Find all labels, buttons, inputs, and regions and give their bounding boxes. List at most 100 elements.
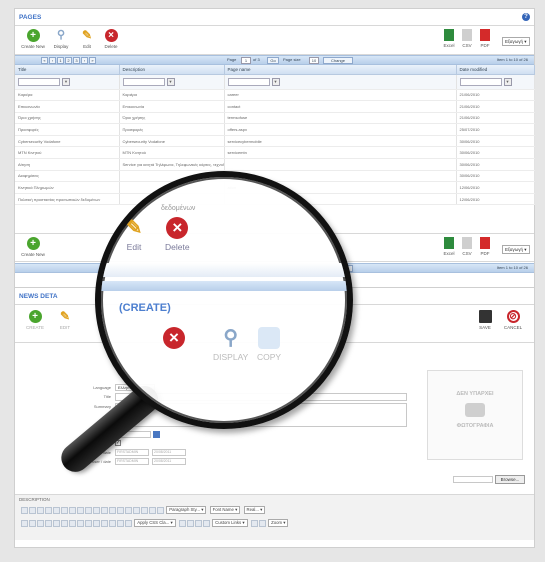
page-3-button[interactable]: 3 [73, 57, 80, 64]
editor-strike-icon[interactable] [45, 519, 52, 527]
pdf-export-button[interactable]: PDF [478, 29, 492, 49]
table-row[interactable]: Αίτηση Service για κινητά Τηλέφωνα, Τηλεφ… [15, 158, 535, 171]
editor-outdent-icon[interactable] [93, 519, 100, 527]
cancel-button[interactable]: ⊘ CANCEL [499, 310, 527, 331]
editor-underline-icon[interactable] [37, 519, 44, 527]
editor-indent-icon[interactable] [85, 519, 92, 527]
filter-input[interactable] [122, 77, 165, 86]
display-button[interactable]: ⚲ Display [47, 29, 75, 50]
csv-export-button-bottom[interactable]: CSV [460, 237, 474, 257]
table-row[interactable]: Cybersecurity Vodafone Cybersecurity Voda… [15, 135, 535, 148]
apply-css-dropdown[interactable]: Apply CSS Cla... ▾ [134, 519, 176, 527]
editor-paste-icon[interactable] [37, 506, 44, 514]
editor-hr-icon[interactable] [141, 506, 148, 514]
file-path-input[interactable] [453, 476, 493, 483]
editor-anchor-icon[interactable] [125, 506, 132, 514]
editor-format-painter-icon[interactable] [258, 519, 266, 527]
editor-align-right-icon[interactable] [69, 519, 76, 527]
create-new-button-bottom[interactable]: + Create New [19, 237, 47, 258]
editor-align-left-icon[interactable] [53, 519, 60, 527]
filter-input[interactable] [459, 77, 502, 86]
help-icon[interactable]: ? [522, 13, 530, 21]
editor-table-icon[interactable] [133, 506, 140, 514]
filter-input[interactable] [18, 77, 60, 86]
editor-flash-icon[interactable] [93, 506, 100, 514]
editor-italic-icon[interactable] [29, 519, 36, 527]
last-page-button[interactable]: » [89, 57, 96, 64]
create-button[interactable]: + CREATE [21, 310, 49, 331]
browse-button[interactable]: Browse... [495, 475, 525, 484]
table-row[interactable]: Διαφημίσειςadvertisements30/06/2010 [15, 170, 535, 183]
table-row[interactable]: Επικοινωνία Επικοινωνία contact 21/06/2010 [15, 100, 535, 113]
editor-redo-icon[interactable] [77, 506, 84, 514]
editor-template-icon[interactable] [202, 519, 210, 527]
pdf-export-button-bottom[interactable]: PDF [478, 237, 492, 257]
filter-icon[interactable]: ▼ [166, 77, 175, 86]
editor-numbering-icon[interactable] [109, 519, 116, 527]
filter-icon[interactable]: ▼ [271, 77, 280, 86]
filter-input[interactable] [227, 77, 270, 86]
excel-export-button-bottom[interactable]: Excel [442, 237, 456, 257]
page-1-button[interactable]: 1 [57, 57, 64, 64]
table-row[interactable]: MTN Κινητού MTN Κινητού servicemtn 30/06/20… [15, 146, 535, 160]
column-header-page-name[interactable]: Page name [224, 65, 457, 75]
edit-button-news[interactable]: ✎ EDIT [51, 310, 79, 331]
column-header-date-modified[interactable]: Date modified [456, 65, 535, 75]
zoomed-display-button[interactable]: ⚲ DISPLAY [213, 327, 248, 362]
filter-icon[interactable]: ▼ [62, 77, 70, 86]
editor-undo-icon[interactable] [69, 506, 76, 514]
column-header-description[interactable]: Description [119, 65, 225, 75]
prev-page-button[interactable]: ‹ [49, 57, 56, 64]
table-row[interactable]: Καριέρα Καριέρα career 21/06/2010 [15, 89, 535, 102]
editor-image-icon[interactable] [85, 506, 92, 514]
zoomed-edit-button[interactable]: ✎ Edit [123, 217, 145, 252]
editor-unlink-icon[interactable] [117, 506, 124, 514]
editor-link-icon[interactable] [109, 506, 116, 514]
editor-layer-icon[interactable] [194, 519, 202, 527]
editor-align-center-icon[interactable] [61, 519, 68, 527]
export-select-bottom[interactable]: Εξαγωγή ▾ [502, 245, 530, 254]
editor-font-color-icon[interactable] [117, 519, 124, 527]
editor-bullets-icon[interactable] [101, 519, 108, 527]
table-row[interactable]: Προσφορές Προσφορές offers.aspx 25/07/2010 [15, 123, 535, 136]
page-size-input[interactable]: 10 [309, 57, 319, 64]
editor-form-icon[interactable] [186, 519, 194, 527]
zoomed-delete-button[interactable]: × Delete [165, 217, 190, 252]
save-button[interactable]: SAVE [471, 310, 499, 331]
custom-links-dropdown[interactable]: Custom Links ▾ [212, 519, 248, 527]
delete-button[interactable]: × Delete [97, 29, 125, 50]
next-page-button[interactable]: › [81, 57, 88, 64]
create-new-button[interactable]: + Create New [19, 29, 47, 50]
font-size-dropdown[interactable]: Real... ▾ [243, 506, 266, 514]
zoomed-cancel-create-button[interactable]: × [163, 327, 185, 352]
export-select[interactable]: Εξαγωγή ▾ [502, 37, 530, 46]
editor-cut-icon[interactable] [21, 506, 28, 514]
editor-spell-icon[interactable] [53, 506, 60, 514]
table-row[interactable]: Όροι χρήσης Όροι χρήσης termsofuse 21/06/20… [15, 112, 535, 125]
editor-spell-check-icon[interactable] [250, 519, 258, 527]
csv-export-button[interactable]: CSV [460, 29, 474, 49]
editor-bold-icon[interactable] [21, 519, 28, 527]
editor-copy-icon[interactable] [29, 506, 36, 514]
editor-media-icon[interactable] [101, 506, 108, 514]
first-page-button[interactable]: « [41, 57, 48, 64]
go-button[interactable]: Go [267, 57, 279, 64]
change-button[interactable]: Change [323, 57, 353, 64]
paragraph-style-dropdown[interactable]: Paragraph Sty... ▾ [166, 506, 207, 514]
page-number-input[interactable]: 1 [241, 57, 251, 64]
editor-symbol-icon[interactable] [149, 506, 156, 514]
filter-icon[interactable]: ▼ [503, 77, 512, 86]
excel-export-button[interactable]: Excel [442, 29, 456, 49]
zoomed-copy-button[interactable]: COPY [257, 327, 281, 362]
editor-find-icon[interactable] [61, 506, 68, 514]
editor-print-icon[interactable] [45, 506, 52, 514]
calendar-icon[interactable] [153, 431, 160, 438]
column-header-title[interactable]: Title [15, 65, 120, 75]
editor-source-icon[interactable] [157, 506, 164, 514]
page-2-button[interactable]: 2 [65, 57, 72, 64]
editor-omega-icon[interactable] [178, 519, 186, 527]
editor-highlight-icon[interactable] [125, 519, 132, 527]
zoom-dropdown[interactable]: Zoom ▾ [268, 519, 289, 527]
editor-justify-icon[interactable] [77, 519, 84, 527]
font-name-dropdown[interactable]: Font Name ▾ [209, 506, 241, 514]
